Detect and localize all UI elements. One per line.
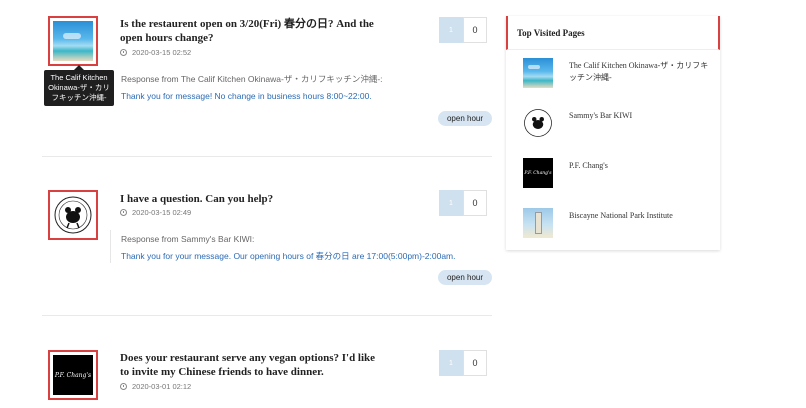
divider (42, 315, 492, 316)
sidebar-item-label: P.F. Chang's (569, 161, 608, 170)
pf-changs-logo: P.F. Chang's (523, 158, 553, 188)
clock-icon (120, 49, 127, 56)
upvote-button[interactable]: 1 (439, 17, 463, 43)
clock-icon (120, 209, 127, 216)
response-block: Response from Sammy's Bar KIWI: Thank yo… (110, 230, 492, 263)
restaurant-thumbnail[interactable] (48, 190, 98, 240)
response-text: Thank you for message! No change in busi… (121, 91, 372, 101)
thumbnail-tooltip: The Calif Kitchen Okinawa-ザ・カリフキッチン沖縄- (44, 65, 114, 106)
sidebar-item-label: Sammy's Bar KIWI (569, 111, 633, 120)
response-text: Thank you for your message. Our opening … (121, 251, 456, 261)
sidebar-item-label: Biscayne National Park Institute (569, 211, 673, 220)
question-title[interactable]: Is the restaurent open on 3/20(Fri) 春分の日… (120, 17, 380, 45)
tag-open-hour[interactable]: open hour (437, 111, 492, 126)
tag-open-hour[interactable]: open hour (437, 270, 492, 285)
upvote-button[interactable]: 1 (439, 350, 463, 376)
vote-widget: 1 0 (439, 190, 487, 216)
beach-image (53, 21, 93, 61)
vote-count: 0 (463, 190, 487, 216)
date-text: 2020-03-01 02:12 (132, 382, 192, 391)
upvote-button[interactable]: 1 (439, 190, 463, 216)
top-visited-sidebar: Top Visited Pages The Calif Kitchen Okin… (506, 16, 720, 250)
response-label: Response from The Calif Kitchen Okinawa-… (121, 74, 383, 84)
sidebar-item-calif-kitchen[interactable]: The Calif Kitchen Okinawa-ザ・カリフキッチン沖縄- (523, 58, 713, 88)
date-text: 2020-03-15 02:52 (132, 48, 192, 57)
sidebar-item-biscayne[interactable]: Biscayne National Park Institute (523, 208, 713, 238)
kiwi-logo-image (53, 195, 93, 235)
restaurant-thumbnail[interactable] (48, 16, 98, 66)
question-item: P.F. Chang's Does your restaurant serve … (42, 332, 492, 408)
date-text: 2020-03-15 02:49 (132, 208, 192, 217)
response-block: Response from The Calif Kitchen Okinawa-… (110, 70, 492, 103)
question-item: I have a question. Can you help? 2020-03… (42, 170, 492, 315)
question-title[interactable]: I have a question. Can you help? (120, 192, 380, 206)
question-title[interactable]: Does your restaurant serve any vegan opt… (120, 351, 385, 379)
vote-widget: 1 0 (439, 350, 487, 376)
lighthouse-image (523, 208, 553, 238)
beach-image (523, 58, 553, 88)
restaurant-thumbnail[interactable]: P.F. Chang's (48, 350, 98, 400)
sidebar-title: Top Visited Pages (506, 16, 720, 50)
question-item: The Calif Kitchen Okinawa-ザ・カリフキッチン沖縄- I… (42, 0, 492, 156)
question-date: 2020-03-15 02:52 (120, 48, 191, 57)
vote-count: 0 (463, 17, 487, 43)
vote-count: 0 (463, 350, 487, 376)
sidebar-item-label: The Calif Kitchen Okinawa-ザ・カリフキッチン沖縄- (569, 61, 709, 82)
response-label: Response from Sammy's Bar KIWI: (121, 234, 255, 244)
vote-widget: 1 0 (439, 17, 487, 43)
sidebar-item-pf-changs[interactable]: P.F. Chang's P.F. Chang's (523, 158, 713, 188)
sidebar-item-sammys-bar[interactable]: Sammy's Bar KIWI (523, 108, 713, 138)
kiwi-logo-image (523, 108, 553, 138)
pf-changs-logo: P.F. Chang's (53, 355, 93, 395)
question-date: 2020-03-01 02:12 (120, 382, 191, 391)
clock-icon (120, 383, 127, 390)
question-date: 2020-03-15 02:49 (120, 208, 191, 217)
divider (42, 156, 492, 157)
